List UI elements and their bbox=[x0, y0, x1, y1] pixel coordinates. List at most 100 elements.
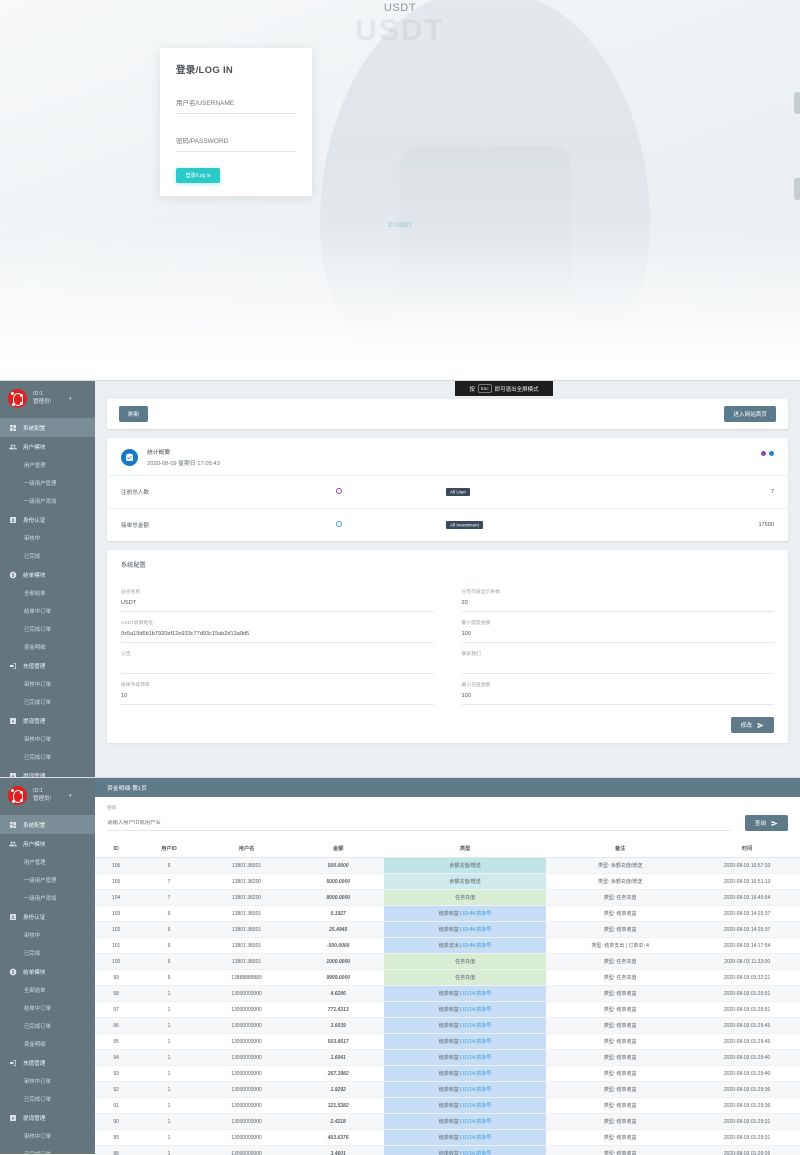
order-link[interactable]: ID:14 的单号 bbox=[463, 991, 491, 997]
table-row[interactable]: 100 6 13801 38001 1000.0000 任务充值 类型: 任务充值 2020… bbox=[95, 953, 800, 970]
table-row[interactable]: 90 1 13000000000 2.4218 结单收益 | ID:14 的单号 类型: … bbox=[95, 1113, 800, 1130]
table-row[interactable]: 103 6 13801 38001 0.1927 结单收益 | ID:44 的单号 类型:… bbox=[95, 905, 800, 922]
sidebar-subitem-14-b[interactable]: 审核中订单 bbox=[0, 1072, 95, 1090]
sidebar-subitem-7-a[interactable]: 已完成 bbox=[0, 547, 95, 565]
account-id-label: ID:1 bbox=[33, 390, 44, 397]
cell-time: 2020-08-03 14:25:37 bbox=[694, 921, 800, 938]
config-field[interactable]: 公告 bbox=[121, 643, 434, 675]
username-input[interactable] bbox=[176, 100, 296, 107]
sidebar-subitem-4-b[interactable]: 一级用户添加 bbox=[0, 889, 95, 907]
config-field[interactable]: 最小充值金额 100 bbox=[461, 674, 774, 706]
chevron-down-icon-2[interactable]: ▾ bbox=[69, 793, 72, 799]
order-link[interactable]: ID:14 的单号 bbox=[463, 1151, 491, 1155]
order-link[interactable]: ID:14 的单号 bbox=[463, 1103, 491, 1109]
chevron-down-icon[interactable]: ▾ bbox=[69, 396, 72, 402]
table-row[interactable]: 105 7 13801 38200 5000.0000 余额充值/赠送 类型: 余额充值/… bbox=[95, 873, 800, 890]
sidebar-subitem-15-a[interactable]: 已完成订单 bbox=[0, 693, 95, 711]
sidebar-subitem-6-a[interactable]: 审核中 bbox=[0, 529, 95, 547]
sidebar-subitem-11-b[interactable]: 已完成订单 bbox=[0, 1017, 95, 1035]
order-link[interactable]: ID:14 的单号 bbox=[463, 1039, 491, 1045]
cell-time: 2020-08-03 14:17:54 bbox=[694, 937, 800, 954]
table-row[interactable]: 93 1 13000000000 267.3982 结单收益 | ID:14 的单号 类型… bbox=[95, 1065, 800, 1082]
sidebar-subitem-12-b[interactable]: 资金明细 bbox=[0, 1035, 95, 1053]
sidebar-subitem-10-b[interactable]: 结单中订单 bbox=[0, 999, 95, 1017]
sidebar-subitem-14-a[interactable]: 审核中订单 bbox=[0, 675, 95, 693]
sidebar-item-5-b[interactable]: 身份认证 bbox=[0, 907, 95, 926]
sidebar-subitem-11-a[interactable]: 已完成订单 bbox=[0, 620, 95, 638]
password-input[interactable] bbox=[176, 138, 296, 145]
table-row[interactable]: 89 1 13000000000 403.6376 结单收益 | ID:14 的单号 类型… bbox=[95, 1129, 800, 1146]
config-field[interactable]: 联系我们 bbox=[461, 643, 774, 675]
sidebar-subitem-10-a[interactable]: 结单中订单 bbox=[0, 602, 95, 620]
fund-detail-screen: ID:1 管理员! ▾ 系统配置 用户模块 用户管理 一级用户管理 一级用户添加 身份认证… bbox=[0, 777, 800, 1155]
config-field[interactable]: USDT收款地址 0x5a19d6b1b7920ef12e933c77d93c15… bbox=[121, 612, 434, 644]
table-row[interactable]: 95 1 13000000000 503.6617 结单收益 | ID:14 的单号 类型… bbox=[95, 1033, 800, 1050]
sidebar-item-16-b[interactable]: 提现管理 bbox=[0, 1108, 95, 1127]
order-link[interactable]: ID:44 的单号 bbox=[463, 911, 491, 917]
table-row[interactable]: 104 7 13801 38200 8000.0000 任务充值 类型: 任务充值 2020… bbox=[95, 889, 800, 906]
sidebar-item-13-b[interactable]: 充值管理 bbox=[0, 1053, 95, 1072]
sidebar-subitem-12-a[interactable]: 资金明细 bbox=[0, 638, 95, 656]
sidebar-item-0-b[interactable]: 系统配置 bbox=[0, 815, 95, 834]
go-home-button[interactable]: 进入网站首页 bbox=[724, 406, 776, 422]
order-link[interactable]: ID:14 的单号 bbox=[463, 1055, 491, 1061]
table-row[interactable]: 99 5 13888888889 9999.0000 任务充值 类型: 任务充值 2020-… bbox=[95, 969, 800, 986]
table-row[interactable]: 96 1 13000000000 3.6039 结单收益 | ID:14 的单号 类型: … bbox=[95, 1017, 800, 1034]
sidebar-subitem-7-b[interactable]: 已完成 bbox=[0, 944, 95, 962]
sidebar-subitem-15-b[interactable]: 已完成订单 bbox=[0, 1090, 95, 1108]
sidebar-subitem-6-b[interactable]: 审核中 bbox=[0, 926, 95, 944]
sidebar-subitem-4-a[interactable]: 一级用户添加 bbox=[0, 492, 95, 510]
sidebar-subitem-18-b[interactable]: 已完成订单 bbox=[0, 1145, 95, 1154]
order-link[interactable]: ID:14 的单号 bbox=[463, 1023, 491, 1029]
table-row[interactable]: 92 1 13000000000 1.9292 结单收益 | ID:14 的单号 类型: … bbox=[95, 1081, 800, 1098]
cell-username: 13801 38001 bbox=[200, 905, 293, 922]
config-field-value: 100 bbox=[461, 693, 471, 700]
order-link[interactable]: ID:14 的单号 bbox=[463, 1007, 491, 1013]
save-config-button[interactable]: 修改 bbox=[730, 717, 774, 734]
order-link[interactable]: ID:14 的单号 bbox=[463, 1071, 491, 1077]
search-input[interactable] bbox=[107, 820, 731, 831]
sidebar-subitem-3-a[interactable]: 一级用户管理 bbox=[0, 474, 95, 492]
sidebar-item-19-a[interactable]: 提现管理 bbox=[0, 766, 95, 777]
sidebar-subitem-2-a[interactable]: 用户管理 bbox=[0, 456, 95, 474]
sidebar-account-header[interactable]: ID:1 管理员! ▾ bbox=[0, 381, 95, 418]
config-field[interactable]: 最小提现金额 100 bbox=[461, 612, 774, 644]
config-field[interactable]: 分页列表显示条数 20 bbox=[461, 581, 774, 613]
table-row[interactable]: 88 1 13000000000 3.4601 结单收益 | ID:14 的单号 类型: … bbox=[95, 1145, 800, 1155]
sidebar-item-8-b[interactable]: 结单模块 bbox=[0, 962, 95, 981]
sidebar-item-5-a[interactable]: 身份认证 bbox=[0, 510, 95, 529]
table-row[interactable]: 91 1 13000000000 321.5382 结单收益 | ID:14 的单号 类型… bbox=[95, 1097, 800, 1114]
login-button[interactable]: 登录/Log in bbox=[176, 168, 220, 183]
table-row[interactable]: 94 1 13000000000 1.6041 结单收益 | ID:14 的单号 类型: … bbox=[95, 1049, 800, 1066]
cell-type: 结单支出 | ID:44 的单号 bbox=[384, 937, 547, 954]
sidebar-item-1-a[interactable]: 用户模块 bbox=[0, 437, 95, 456]
sidebar-item-0-a[interactable]: 系统配置 bbox=[0, 418, 95, 437]
table-row[interactable]: 98 1 13000000000 4.6286 结单收益 | ID:14 的单号 类型: … bbox=[95, 985, 800, 1002]
sidebar-subitem-17-a[interactable]: 审核中订单 bbox=[0, 730, 95, 748]
sidebar-item-8-a[interactable]: 结单模块 bbox=[0, 565, 95, 584]
query-button[interactable]: 查询 bbox=[744, 815, 788, 831]
sidebar-subitem-2-b[interactable]: 用户管理 bbox=[0, 853, 95, 871]
order-link[interactable]: ID:14 的单号 bbox=[463, 1119, 491, 1125]
order-link[interactable]: ID:44 的单号 bbox=[463, 927, 491, 933]
order-link[interactable]: ID:14 的单号 bbox=[463, 1087, 491, 1093]
sidebar-subitem-9-b[interactable]: 全部结单 bbox=[0, 981, 95, 999]
table-row[interactable]: 106 6 13801 38001 500.0000 余额充值/赠送 类型: 余额充值/赠… bbox=[95, 857, 800, 874]
table-row[interactable]: 101 6 13801 38001 -500.0000 结单支出 | ID:44 的单号… bbox=[95, 937, 800, 954]
sidebar-item-1-b[interactable]: 用户模块 bbox=[0, 834, 95, 853]
config-field[interactable]: 站点名称 USDT bbox=[121, 581, 434, 613]
refresh-button[interactable]: 刷新 bbox=[119, 406, 149, 422]
order-link[interactable]: ID:14 的单号 bbox=[463, 1135, 491, 1141]
sidebar-subitem-17-b[interactable]: 审核中订单 bbox=[0, 1127, 95, 1145]
cell-remark: 类型: 任务充值 bbox=[546, 953, 695, 970]
sidebar-account-header-2[interactable]: ID:1 管理员! ▾ bbox=[0, 778, 95, 815]
sidebar-item-16-a[interactable]: 提现管理 bbox=[0, 711, 95, 730]
sidebar-subitem-18-a[interactable]: 已完成订单 bbox=[0, 748, 95, 766]
config-field[interactable]: 接单手续费率 10 bbox=[121, 674, 434, 706]
table-row[interactable]: 102 6 13801 38001 25.4945 结单收益 | ID:44 的单号 类型… bbox=[95, 921, 800, 938]
sidebar-item-13-a[interactable]: 充值管理 bbox=[0, 656, 95, 675]
sidebar-subitem-3-b[interactable]: 一级用户管理 bbox=[0, 871, 95, 889]
table-row[interactable]: 97 1 13000000000 771.4313 结单收益 | ID:14 的单号 类型… bbox=[95, 1001, 800, 1018]
order-link[interactable]: ID:44 的单号 bbox=[463, 943, 491, 949]
sidebar-subitem-9-a[interactable]: 全部结单 bbox=[0, 584, 95, 602]
